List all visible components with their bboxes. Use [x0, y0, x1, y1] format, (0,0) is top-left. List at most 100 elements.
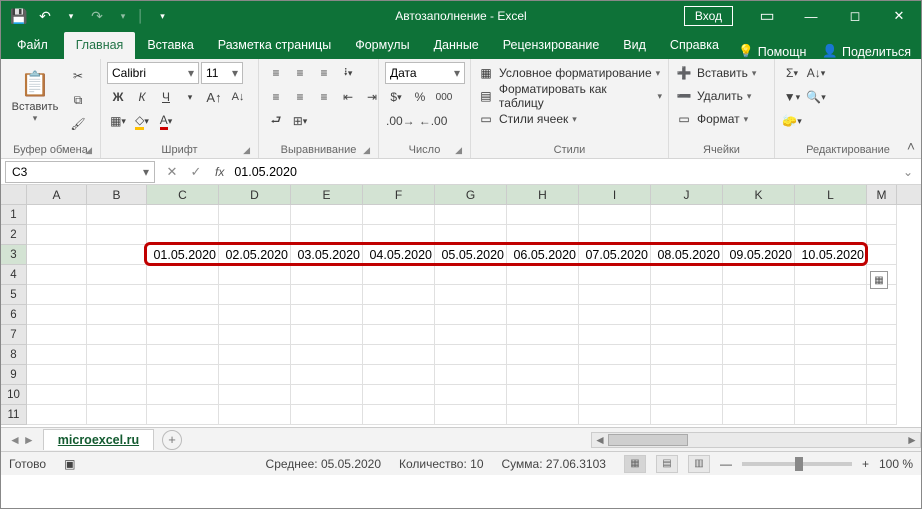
column-header[interactable]: E: [291, 185, 363, 204]
cell[interactable]: [363, 345, 435, 365]
cell[interactable]: [435, 385, 507, 405]
redo-dropdown-icon[interactable]: ▾: [111, 4, 135, 28]
cell[interactable]: [147, 345, 219, 365]
sort-filter-icon[interactable]: A↓▾: [805, 62, 827, 84]
cell[interactable]: [579, 325, 651, 345]
cell[interactable]: [507, 305, 579, 325]
cell[interactable]: [87, 345, 147, 365]
row-header[interactable]: 9: [1, 365, 27, 385]
column-header[interactable]: F: [363, 185, 435, 204]
decrease-font-icon[interactable]: A↓: [227, 86, 249, 108]
cell[interactable]: 07.05.2020: [579, 245, 651, 265]
cell[interactable]: [87, 225, 147, 245]
cell[interactable]: [507, 385, 579, 405]
align-middle-icon[interactable]: ≡: [289, 62, 311, 84]
cell[interactable]: [363, 225, 435, 245]
cell[interactable]: [723, 365, 795, 385]
cell[interactable]: [867, 205, 897, 225]
cell[interactable]: [579, 305, 651, 325]
align-right-icon[interactable]: ≡: [313, 86, 335, 108]
cell[interactable]: [579, 225, 651, 245]
column-header[interactable]: K: [723, 185, 795, 204]
cell[interactable]: [795, 265, 867, 285]
cell[interactable]: [435, 325, 507, 345]
cell[interactable]: [291, 285, 363, 305]
cell[interactable]: [147, 385, 219, 405]
cell-styles-button[interactable]: ▭Стили ячеек▾: [477, 108, 577, 130]
cell[interactable]: [27, 385, 87, 405]
cell[interactable]: [579, 405, 651, 425]
macro-record-icon[interactable]: ▣: [64, 457, 75, 471]
cell[interactable]: [723, 385, 795, 405]
name-box[interactable]: ▾: [5, 161, 155, 183]
paste-button[interactable]: 📋 Вставить ▾: [7, 62, 63, 132]
cell[interactable]: [507, 405, 579, 425]
cell[interactable]: [507, 345, 579, 365]
font-color-icon[interactable]: A▾: [155, 110, 177, 132]
column-header[interactable]: A: [27, 185, 87, 204]
column-header[interactable]: M: [867, 185, 897, 204]
cell[interactable]: [27, 245, 87, 265]
cell[interactable]: [147, 265, 219, 285]
cell[interactable]: [147, 205, 219, 225]
accounting-icon[interactable]: $▾: [385, 86, 407, 108]
cell[interactable]: [219, 305, 291, 325]
cell[interactable]: [723, 305, 795, 325]
cell[interactable]: 05.05.2020: [435, 245, 507, 265]
cell[interactable]: [867, 365, 897, 385]
cell[interactable]: 06.05.2020: [507, 245, 579, 265]
tab-formulas[interactable]: Формулы: [343, 32, 421, 59]
cell[interactable]: [363, 265, 435, 285]
cell[interactable]: [363, 405, 435, 425]
tell-me[interactable]: 💡Помощн: [738, 44, 806, 59]
cell[interactable]: [363, 305, 435, 325]
cell[interactable]: [867, 405, 897, 425]
chevron-down-icon[interactable]: ▾: [138, 165, 154, 179]
cell[interactable]: [87, 365, 147, 385]
chevron-down-icon[interactable]: ▾: [183, 66, 198, 80]
cell[interactable]: [87, 305, 147, 325]
cell[interactable]: [435, 405, 507, 425]
cell[interactable]: [219, 405, 291, 425]
cell[interactable]: [291, 345, 363, 365]
cell[interactable]: [27, 225, 87, 245]
cell[interactable]: [579, 285, 651, 305]
cell[interactable]: [651, 365, 723, 385]
cell[interactable]: [27, 405, 87, 425]
column-header[interactable]: G: [435, 185, 507, 204]
cell[interactable]: [27, 305, 87, 325]
number-format-combo[interactable]: ▾: [385, 62, 465, 84]
collapse-ribbon-icon[interactable]: ˄: [907, 138, 915, 154]
cell[interactable]: [795, 365, 867, 385]
select-all-corner[interactable]: [1, 185, 27, 204]
cell[interactable]: [219, 265, 291, 285]
cell[interactable]: [435, 225, 507, 245]
cell[interactable]: [867, 345, 897, 365]
cell[interactable]: [27, 285, 87, 305]
cell[interactable]: [507, 365, 579, 385]
tab-help[interactable]: Справка: [658, 32, 731, 59]
cell[interactable]: [651, 205, 723, 225]
minimize-icon[interactable]: —: [789, 1, 833, 31]
cell[interactable]: [723, 265, 795, 285]
column-header[interactable]: D: [219, 185, 291, 204]
cell[interactable]: [87, 405, 147, 425]
cell[interactable]: [219, 345, 291, 365]
cell[interactable]: [723, 205, 795, 225]
percent-icon[interactable]: %: [409, 86, 431, 108]
scroll-right-icon[interactable]: ►: [904, 433, 920, 447]
cell[interactable]: [363, 285, 435, 305]
cell[interactable]: [291, 205, 363, 225]
increase-decimal-icon[interactable]: .00→: [385, 110, 416, 132]
row-header[interactable]: 2: [1, 225, 27, 245]
undo-dropdown-icon[interactable]: ▾: [59, 4, 83, 28]
cell[interactable]: [147, 325, 219, 345]
cell[interactable]: [27, 345, 87, 365]
indent-left-icon[interactable]: ⇤: [337, 86, 359, 108]
cell[interactable]: [27, 365, 87, 385]
format-cells-button[interactable]: ▭Формат▾: [675, 108, 748, 130]
chevron-down-icon[interactable]: ▾: [227, 66, 242, 80]
cell[interactable]: [795, 205, 867, 225]
cell[interactable]: [867, 225, 897, 245]
cell[interactable]: [147, 285, 219, 305]
